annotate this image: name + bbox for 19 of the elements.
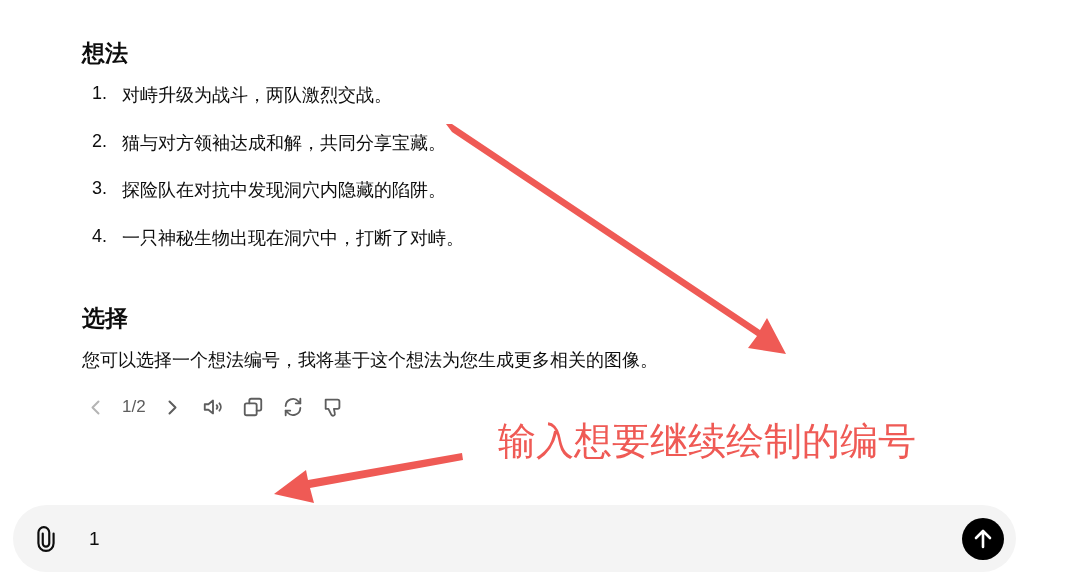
list-item-text: 一只神秘生物出现在洞穴中，打断了对峙。: [122, 226, 464, 250]
section-heading: 想法: [82, 39, 129, 68]
send-button[interactable]: [962, 517, 1004, 560]
chevron-right-icon: [168, 399, 178, 415]
list-item-text: 猫与对方领袖达成和解，共同分享宝藏。: [122, 131, 446, 155]
message-field[interactable]: 1: [13, 505, 1016, 572]
list-number: 2.: [92, 130, 108, 152]
list-number: 4.: [92, 225, 108, 247]
paragraph: 您可以选择一个想法编号，我将基于这个想法为您生成更多相关的图像。: [82, 349, 659, 372]
list-number: 1.: [92, 83, 108, 104]
section-heading: 选择: [82, 304, 129, 333]
page-counter: 1/2: [122, 397, 146, 417]
list-number: 3.: [92, 178, 108, 199]
copy-icon: [241, 396, 264, 418]
annotation-text: 输入想要继续绘制的编号: [498, 419, 916, 464]
chevron-left-icon: [90, 399, 100, 415]
list-item-text: 探险队在对抗中发现洞穴内隐藏的陷阱。: [122, 179, 446, 202]
typed-text: 1: [89, 527, 101, 550]
list-item-text: 对峙升级为战斗，两队激烈交战。: [122, 84, 392, 107]
